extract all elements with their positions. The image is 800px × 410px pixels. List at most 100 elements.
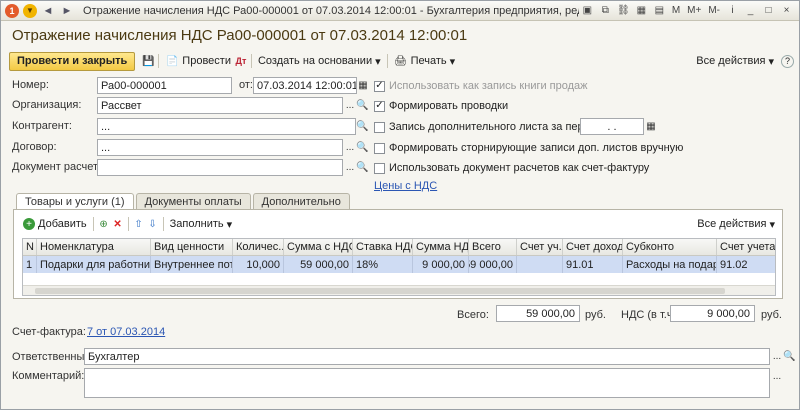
move-up-icon[interactable]: ⇧ (132, 217, 146, 231)
table-cell[interactable]: 59 000,00 (469, 256, 517, 273)
additional-sheet-checkbox[interactable]: Запись дополнительного листа за период: (374, 121, 605, 133)
counterparty-field[interactable]: ... (97, 118, 356, 135)
generate-postings-checkbox[interactable]: ✓ Формировать проводки (374, 100, 508, 112)
contract-field[interactable]: ... (97, 139, 343, 156)
save-icon[interactable]: 💾 (141, 54, 155, 68)
forward-arrow-icon[interactable]: ► (59, 4, 75, 18)
choose-button[interactable]: ... (344, 97, 356, 114)
toolbar-divider (127, 217, 129, 231)
tab-goods-services[interactable]: Товары и услуги (1) (16, 193, 134, 210)
prices-with-vat-link[interactable]: Цены с НДС (374, 180, 437, 192)
fill-button[interactable]: Заполнить ▾ (167, 215, 236, 234)
search-icon[interactable]: 🔍 (356, 139, 369, 156)
save-icon[interactable]: ▣ (579, 4, 596, 18)
column-header[interactable]: Вид ценности (151, 239, 233, 255)
total-label: Всего: (457, 309, 489, 321)
column-header[interactable]: Количес... (233, 239, 284, 255)
calculator-icon[interactable]: ▤ (651, 4, 668, 18)
comment-field[interactable] (84, 368, 770, 398)
tab-payment-documents[interactable]: Документы оплаты (135, 193, 251, 209)
search-icon[interactable]: 🔍 (356, 97, 369, 114)
all-actions-button[interactable]: Все действия ▾ (693, 52, 777, 71)
table-cell[interactable]: 9 000,00 (413, 256, 469, 273)
post-and-close-button[interactable]: Провести и закрыть (9, 51, 136, 71)
print-button[interactable]: 🖨 Печать ▾ (391, 52, 459, 71)
delete-icon[interactable]: ✕ (111, 217, 125, 231)
table-cell[interactable]: 59 000,00 (284, 256, 353, 273)
search-icon[interactable]: 🔍 (356, 118, 369, 135)
column-header[interactable]: Счет доход... (563, 239, 623, 255)
vat-total-value: 9 000,00 (670, 305, 755, 322)
column-header[interactable]: Счет учета НДС (717, 239, 775, 255)
choose-button[interactable]: ... (344, 139, 356, 156)
column-header[interactable]: Сумма НДС (413, 239, 469, 255)
column-header[interactable]: Субконто (623, 239, 717, 255)
choose-button[interactable]: ... (771, 368, 783, 385)
toolbar-divider (162, 217, 164, 231)
memory-plus-button[interactable]: M+ (684, 4, 704, 18)
choose-button[interactable]: ... (771, 348, 783, 365)
window-title: Отражение начисления НДС Ра00-000001 от … (83, 4, 579, 17)
column-header[interactable]: Номенклатура (37, 239, 151, 255)
table-cell[interactable]: 1 (23, 256, 37, 273)
memory-button[interactable]: M (669, 4, 683, 18)
column-header[interactable]: Счет уч... (517, 239, 563, 255)
calendar-icon[interactable]: ▦ (633, 4, 650, 18)
tab-additional[interactable]: Дополнительно (252, 193, 350, 209)
copy-row-icon[interactable]: ⊕ (97, 217, 111, 231)
table-cell[interactable]: Подарки для работников (37, 256, 151, 273)
column-header[interactable]: Ставка НДС (353, 239, 413, 255)
main-menu-icon[interactable]: ▼ (23, 3, 37, 18)
link-icon[interactable]: ⛓ (615, 4, 632, 18)
number-field[interactable]: Ра00-000001 (97, 77, 232, 94)
memory-minus-button[interactable]: M- (705, 4, 723, 18)
checkbox-checked-icon: ✓ (374, 100, 385, 112)
copy-icon[interactable]: ⧉ (597, 4, 614, 18)
column-header[interactable]: Всего (469, 239, 517, 255)
table-cell[interactable]: Внутреннее потр... (151, 256, 233, 273)
column-header[interactable]: Сумма с НДС (284, 239, 353, 255)
settlement-document-field[interactable] (97, 159, 343, 176)
move-down-icon[interactable]: ⇩ (146, 217, 160, 231)
choose-button[interactable]: ... (344, 159, 356, 176)
responsible-field[interactable]: Бухгалтер (84, 348, 770, 365)
printer-icon: 🖨 (394, 55, 407, 67)
invoice-link[interactable]: 7 от 07.03.2014 (87, 326, 165, 338)
info-icon[interactable]: i (724, 4, 741, 18)
table-cell[interactable]: 91.01 (563, 256, 623, 273)
table-all-actions-label: Все действия (697, 218, 767, 230)
table-cell[interactable]: 91.02 (717, 256, 775, 273)
back-arrow-icon[interactable]: ◄ (40, 4, 56, 18)
table-row[interactable]: 1 Подарки для работников Внутреннее потр… (23, 256, 775, 273)
date-field[interactable]: 07.03.2014 12:00:01 (253, 77, 357, 94)
journal-dt-kt-icon[interactable]: Дт (234, 54, 248, 68)
use-settlement-as-invoice-checkbox[interactable]: Использовать документ расчетов как счет-… (374, 162, 649, 174)
manual-storno-checkbox[interactable]: Формировать сторнирующие записи доп. лис… (374, 142, 683, 154)
maximize-button[interactable]: □ (760, 4, 777, 18)
use-as-sales-book-checkbox[interactable]: ✓ Использовать как запись книги продаж (374, 80, 588, 92)
calendar-icon[interactable]: ▦ (645, 118, 657, 135)
app-logo-icon[interactable]: 1 (5, 3, 19, 18)
column-header[interactable]: N (23, 239, 37, 255)
close-button[interactable]: × (778, 4, 795, 18)
scrollbar-thumb[interactable] (35, 288, 725, 294)
table-cell[interactable]: Расходы на подарк... (623, 256, 717, 273)
calendar-icon[interactable]: ▦ (357, 77, 369, 94)
checkbox-empty-icon (374, 142, 385, 154)
table-cell[interactable]: 10,000 (233, 256, 284, 273)
table-cell[interactable]: 18% (353, 256, 413, 273)
add-row-button[interactable]: + Добавить (20, 215, 90, 234)
horizontal-scrollbar[interactable] (23, 285, 775, 295)
search-icon[interactable]: 🔍 (783, 348, 796, 365)
organization-field[interactable]: Рассвет (97, 97, 343, 114)
table-all-actions-button[interactable]: Все действия ▾ (694, 215, 778, 234)
post-button[interactable]: 📄 Провести (162, 52, 234, 71)
minimize-button[interactable]: _ (742, 4, 759, 18)
document-window: 1 ▼ ◄ ► Отражение начисления НДС Ра00-00… (0, 0, 800, 410)
search-icon[interactable]: 🔍 (356, 159, 369, 176)
period-field[interactable]: . . (580, 118, 644, 135)
create-based-on-button[interactable]: Создать на основании ▾ (255, 52, 384, 71)
help-icon[interactable]: ? (781, 54, 794, 68)
table-cell[interactable] (517, 256, 563, 273)
chevron-down-icon: ▾ (768, 55, 774, 68)
